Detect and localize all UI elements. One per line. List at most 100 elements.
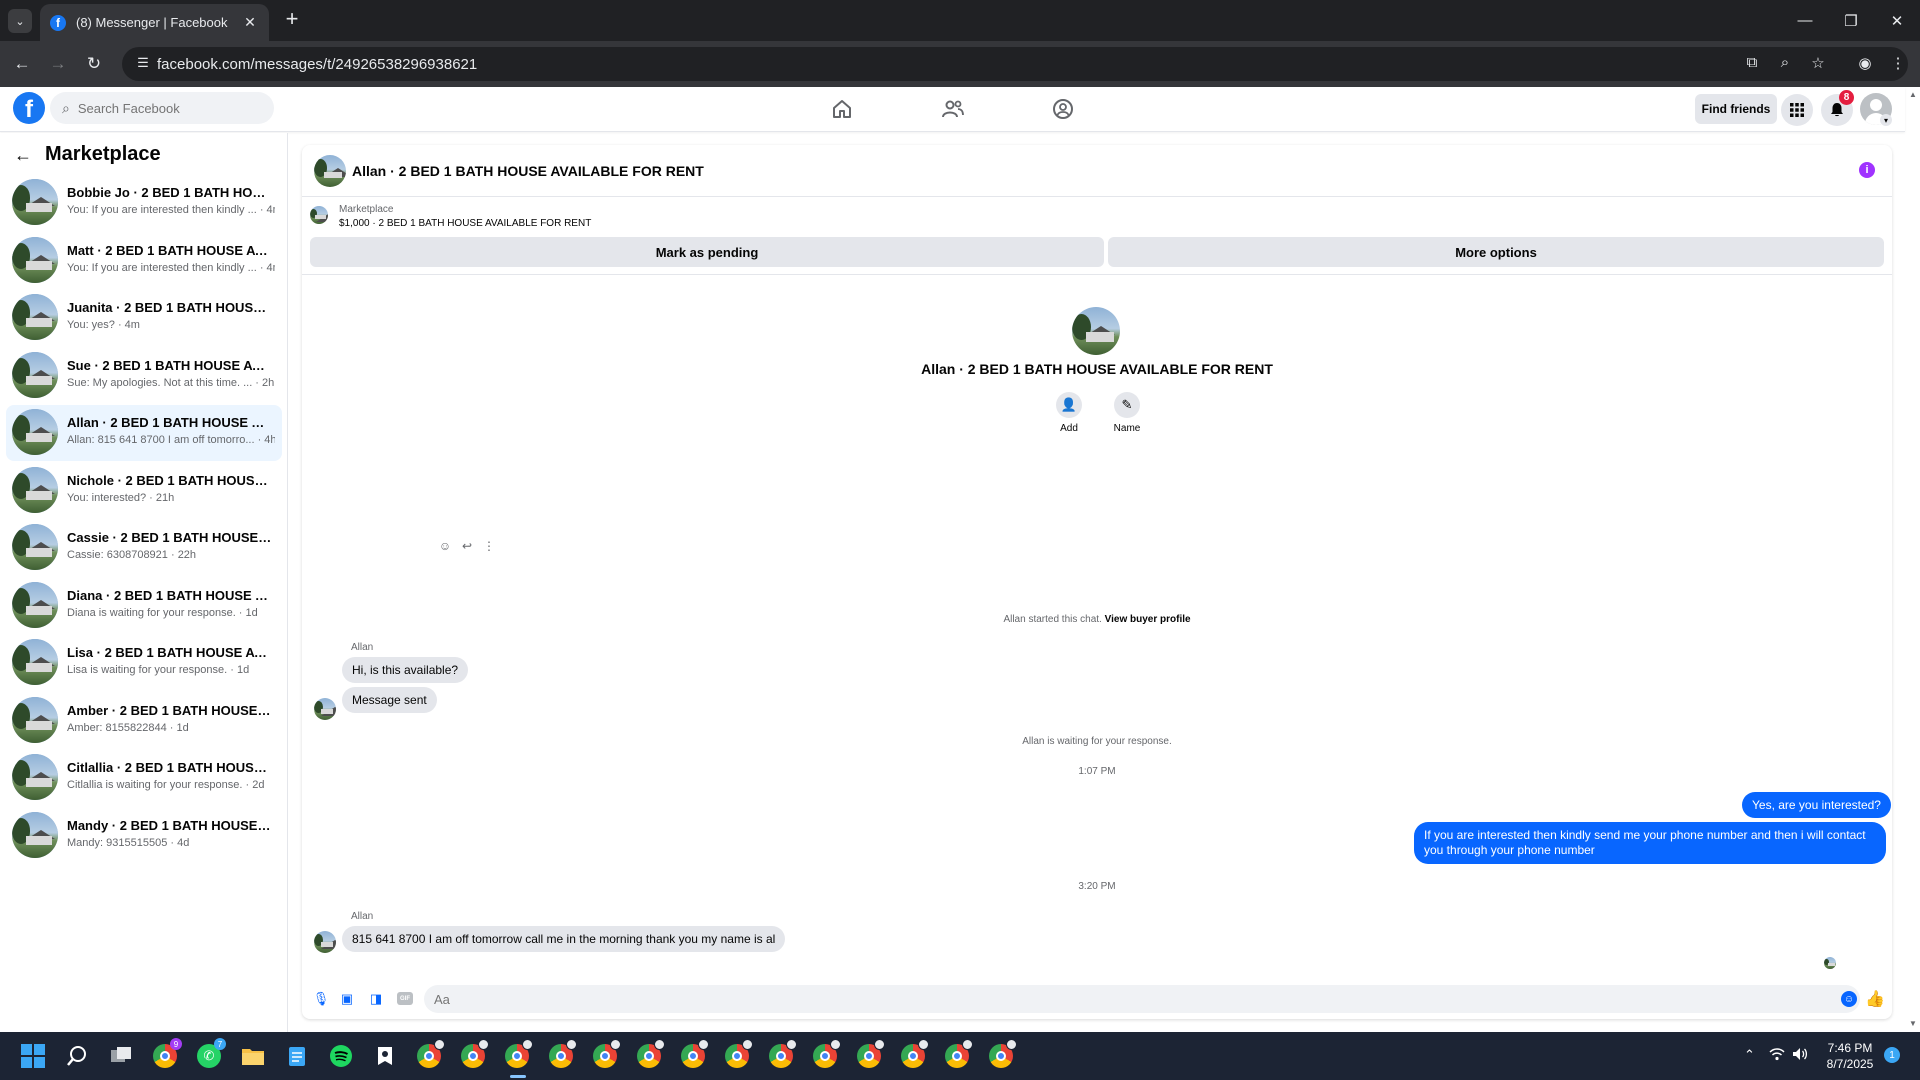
more-actions-icon[interactable]: ⋮	[482, 539, 496, 553]
chat-title[interactable]: Allan · 2 BED 1 BATH HOUSE AVAILABLE FOR…	[352, 163, 704, 179]
minimize-icon[interactable]: —	[1782, 0, 1828, 41]
wifi-icon[interactable]	[1769, 1047, 1785, 1064]
friends-icon[interactable]	[941, 97, 965, 121]
facebook-logo-icon[interactable]: f	[13, 92, 45, 124]
search-icon[interactable]	[64, 1043, 90, 1069]
chrome-taskbar-icon[interactable]	[592, 1039, 621, 1069]
view-buyer-profile-link[interactable]: View buyer profile	[1105, 614, 1191, 625]
conversation-item[interactable]: Nichole · 2 BED 1 BATH HOUSE AVAILABLE F…	[6, 463, 282, 519]
chrome-taskbar-icon[interactable]	[636, 1039, 665, 1069]
chrome-taskbar-icon[interactable]	[988, 1039, 1017, 1069]
restore-icon[interactable]: ❐	[1828, 0, 1874, 41]
reload-icon[interactable]: ↻	[82, 52, 106, 76]
browser-tab[interactable]: f (8) Messenger | Facebook ✕	[40, 4, 269, 41]
chrome-taskbar-icon[interactable]	[768, 1039, 797, 1069]
chat-avatar[interactable]	[314, 155, 346, 187]
search-input[interactable]	[77, 100, 248, 116]
chrome-taskbar-icon[interactable]: 9	[152, 1038, 182, 1069]
react-emoji-icon[interactable]: ☺	[438, 539, 452, 553]
spotify-icon[interactable]	[328, 1043, 354, 1069]
new-tab-icon[interactable]: +	[280, 8, 304, 32]
conversation-item[interactable]: Bobbie Jo · 2 BED 1 BATH HOUSE AVAILABLE…	[6, 175, 282, 231]
groups-icon[interactable]	[1051, 97, 1075, 121]
photo-icon[interactable]: ▣	[339, 991, 355, 1007]
scroll-up-arrow-icon[interactable]: ▲	[1907, 90, 1919, 102]
windows-start-icon[interactable]	[20, 1043, 46, 1069]
listing-summary[interactable]: $1,000 · 2 BED 1 BATH HOUSE AVAILABLE FO…	[339, 218, 591, 229]
message-input[interactable]	[424, 985, 1860, 1013]
install-app-icon[interactable]: ⧉	[1742, 54, 1762, 74]
outgoing-message[interactable]: If you are interested then kindly send m…	[1414, 822, 1886, 864]
sticker-icon[interactable]: ◨	[368, 991, 384, 1007]
conversation-preview: You: yes? · 4m	[67, 319, 140, 331]
message-composer: 🎙 ▣ ◨ GIF ☺ 👍	[302, 979, 1892, 1019]
conversation-item[interactable]: Diana · 2 BED 1 BATH HOUSE AVAILABLE FOR…	[6, 578, 282, 634]
profile-icon[interactable]: ◉	[1855, 54, 1875, 74]
incoming-message[interactable]: Message sent	[342, 687, 437, 713]
taskbar-clock[interactable]: 7:46 PM 8/7/2025	[1810, 1040, 1890, 1072]
forward-icon[interactable]: →	[46, 52, 70, 76]
conversation-item[interactable]: Sue · 2 BED 1 BATH HOUSE AVAILABLE FOR R…	[6, 348, 282, 404]
chrome-taskbar-icon[interactable]	[460, 1039, 489, 1069]
add-button[interactable]: 👤 Add	[1049, 392, 1089, 434]
chrome-taskbar-icon[interactable]	[856, 1039, 885, 1069]
conversation-info-icon[interactable]: i	[1859, 162, 1875, 178]
thumbs-up-icon[interactable]: 👍	[1865, 989, 1885, 1009]
sidebar-title: Marketplace	[45, 143, 161, 165]
conversation-item[interactable]: Cassie · 2 BED 1 BATH HOUSE AVAILABLE FO…	[6, 520, 282, 576]
chrome-taskbar-icon-active[interactable]	[504, 1039, 533, 1069]
gif-icon[interactable]: GIF	[397, 992, 413, 1005]
address-url[interactable]: facebook.com/messages/t/2492653829693862…	[157, 56, 477, 73]
mark-as-pending-button[interactable]: Mark as pending	[310, 237, 1104, 267]
tab-close-icon[interactable]: ✕	[241, 14, 259, 31]
reply-icon[interactable]: ↩	[460, 539, 474, 553]
back-arrow-icon[interactable]: ←	[14, 145, 32, 166]
chrome-taskbar-icon[interactable]	[680, 1039, 709, 1069]
app-icon[interactable]	[372, 1043, 398, 1069]
tab-search-icon[interactable]: ⌄	[8, 9, 32, 33]
conversation-preview: Mandy: 9315515505 · 4d	[67, 837, 190, 849]
address-bar[interactable]: ☰ facebook.com/messages/t/24926538296938…	[122, 47, 1908, 81]
chrome-taskbar-icon[interactable]	[724, 1039, 753, 1069]
file-explorer-icon[interactable]	[240, 1043, 266, 1069]
name-button[interactable]: ✎ Name	[1107, 392, 1147, 434]
conversation-item[interactable]: Citlallia · 2 BED 1 BATH HOUSE AVAILABLE…	[6, 750, 282, 806]
facebook-search[interactable]: ⌕	[50, 92, 274, 124]
notification-center-badge[interactable]: 1	[1884, 1047, 1900, 1063]
bookmark-star-icon[interactable]: ☆	[1808, 54, 1828, 74]
incoming-message[interactable]: Hi, is this available?	[342, 657, 469, 683]
chrome-taskbar-icon[interactable]	[944, 1039, 973, 1069]
emoji-icon[interactable]: ☺	[1841, 991, 1857, 1007]
close-window-icon[interactable]: ✕	[1874, 0, 1920, 41]
conversation-item-active[interactable]: Allan · 2 BED 1 BATH HOUSE AVAILABLE FOR…	[6, 405, 282, 461]
home-icon[interactable]	[830, 97, 854, 121]
find-friends-button[interactable]: Find friends	[1695, 94, 1777, 124]
microphone-icon[interactable]: 🎙	[313, 991, 330, 1007]
volume-icon[interactable]	[1792, 1047, 1808, 1064]
more-options-button[interactable]: More options	[1108, 237, 1884, 267]
scroll-down-arrow-icon[interactable]: ▼	[1907, 1019, 1919, 1031]
outgoing-message[interactable]: Yes, are you interested?	[1742, 792, 1891, 818]
back-icon[interactable]: ←	[10, 52, 34, 76]
notepad-icon[interactable]	[284, 1043, 310, 1069]
windows-taskbar: 9 ✆ 7	[0, 1032, 1920, 1080]
conversation-item[interactable]: Mandy · 2 BED 1 BATH HOUSE AVAILABLE FOR…	[6, 808, 282, 864]
menu-grid-icon[interactable]	[1781, 94, 1813, 126]
conversation-item[interactable]: Juanita · 2 BED 1 BATH HOUSE AVAILABLE F…	[6, 290, 282, 346]
chrome-taskbar-icon[interactable]	[548, 1039, 577, 1069]
chrome-taskbar-icon[interactable]	[812, 1039, 841, 1069]
task-view-icon[interactable]	[108, 1043, 134, 1069]
account-chevron-down-icon[interactable]: ▾	[1880, 114, 1892, 126]
whatsapp-icon[interactable]: ✆ 7	[196, 1038, 226, 1069]
browser-menu-icon[interactable]: ⋮	[1888, 54, 1908, 74]
incoming-message[interactable]: 815 641 8700 I am off tomorrow call me i…	[342, 926, 786, 952]
chrome-taskbar-icon[interactable]	[416, 1039, 445, 1069]
conversation-item[interactable]: Matt · 2 BED 1 BATH HOUSE AVAILABLE FOR …	[6, 233, 282, 289]
zoom-icon[interactable]: ⌕	[1775, 54, 1795, 74]
chrome-taskbar-icon[interactable]	[900, 1039, 929, 1069]
conversation-item[interactable]: Lisa · 2 BED 1 BATH HOUSE AVAILABLE FOR …	[6, 635, 282, 691]
site-info-icon[interactable]: ☰	[134, 55, 152, 73]
show-hidden-icons-chevron-up-icon[interactable]: ⌃	[1744, 1047, 1755, 1063]
conversation-item[interactable]: Amber · 2 BED 1 BATH HOUSE AVAILABLE FOR…	[6, 693, 282, 749]
conversation-preview: You: If you are interested then kindly .…	[67, 262, 275, 274]
